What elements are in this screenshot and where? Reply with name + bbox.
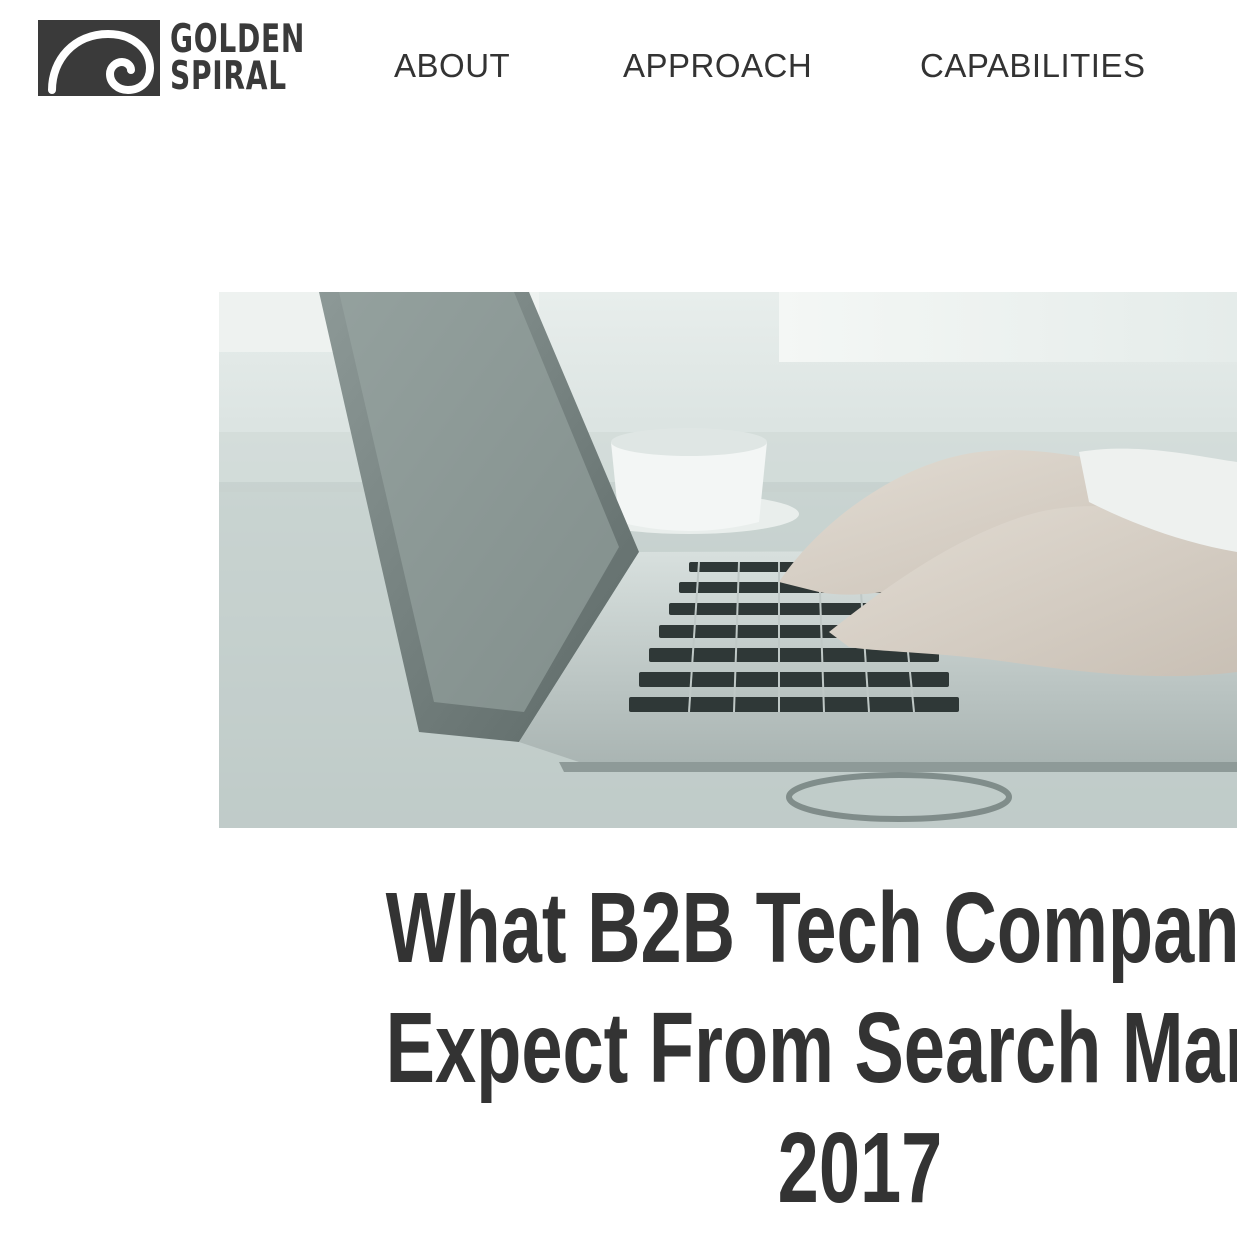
nav-item-about[interactable]: ABOUT: [394, 46, 510, 86]
site-header: GOLDEN SPIRAL ABOUT APPROACH CAPABILITIE…: [0, 0, 1237, 130]
golden-spiral-logo[interactable]: GOLDEN SPIRAL: [38, 20, 358, 96]
article-title-line3: 2017: [777, 1112, 943, 1224]
nav-item-capabilities[interactable]: CAPABILITIES: [920, 46, 1145, 86]
article-title-line1: What B2B Tech Companies: [385, 872, 1237, 984]
article-title: What B2B Tech Companies Expect From Sear…: [219, 868, 1237, 1228]
brand-name: GOLDEN SPIRAL: [170, 17, 306, 99]
article-title-line2: Expect From Search Marketing in: [385, 992, 1237, 1104]
hero-image: [219, 292, 1237, 828]
nav-item-approach[interactable]: APPROACH: [623, 46, 812, 86]
spiral-icon: [38, 20, 160, 96]
brand-name-line2: SPIRAL: [170, 54, 287, 99]
brand-name-line1: GOLDEN: [170, 17, 306, 62]
